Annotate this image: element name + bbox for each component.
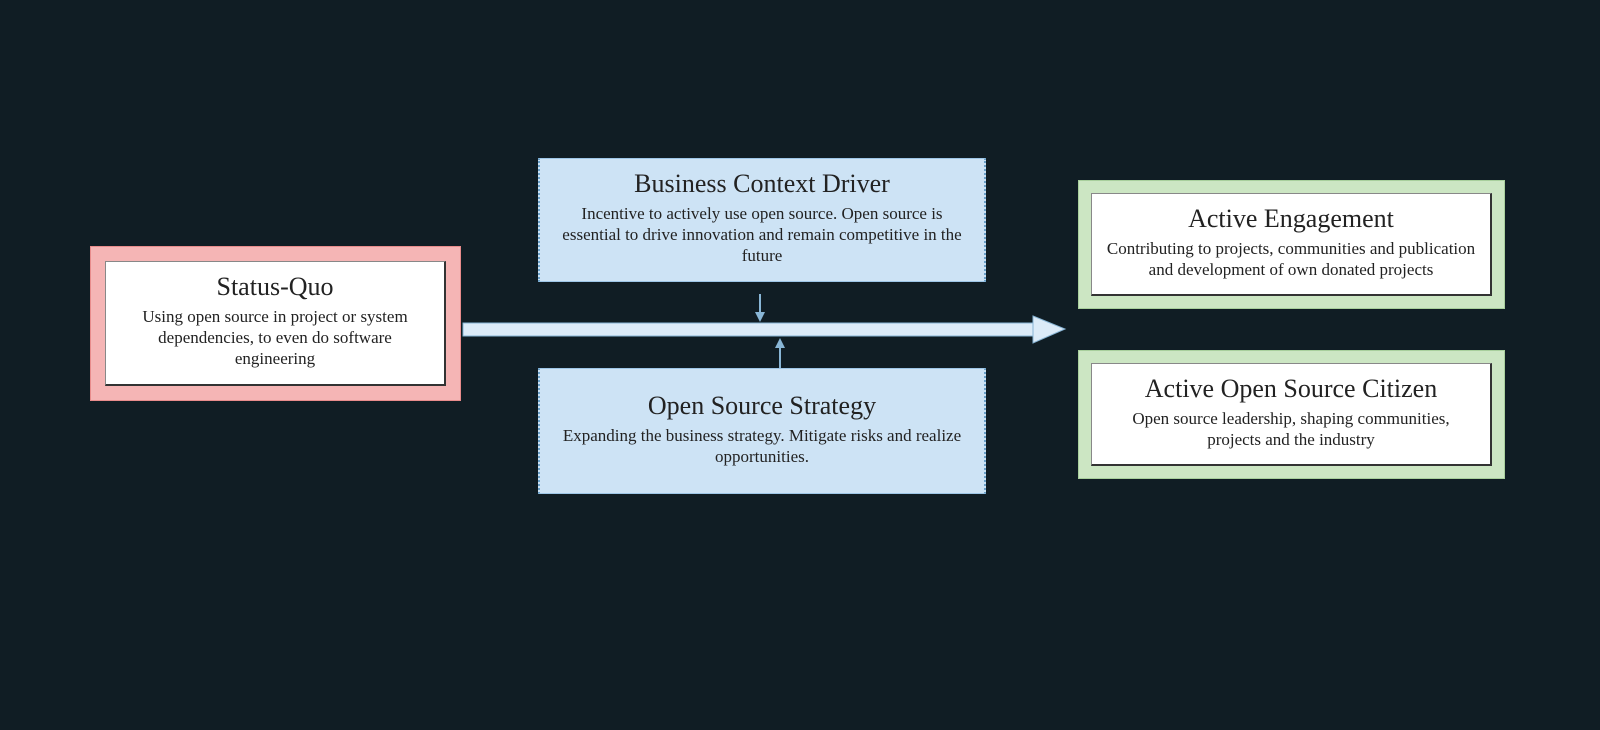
citizen-desc: Open source leadership, shaping communit… [1106,408,1476,451]
status-quo-box: Status-Quo Using open source in project … [90,246,461,401]
active-engagement-desc: Contributing to projects, communities an… [1106,238,1476,281]
status-quo-inner: Status-Quo Using open source in project … [105,261,446,386]
business-driver-desc: Incentive to actively use open source. O… [558,203,966,267]
business-driver-box: Business Context Driver Incentive to act… [538,158,986,282]
citizen-title: Active Open Source Citizen [1106,374,1476,404]
strategy-title: Open Source Strategy [558,391,966,421]
status-quo-desc: Using open source in project or system d… [120,306,430,370]
strategy-box: Open Source Strategy Expanding the busin… [538,368,986,494]
business-driver-title: Business Context Driver [558,169,966,199]
citizen-box: Active Open Source Citizen Open source l… [1078,350,1505,479]
citizen-inner: Active Open Source Citizen Open source l… [1091,363,1492,466]
active-engagement-box: Active Engagement Contributing to projec… [1078,180,1505,309]
active-engagement-title: Active Engagement [1106,204,1476,234]
active-engagement-inner: Active Engagement Contributing to projec… [1091,193,1492,296]
strategy-desc: Expanding the business strategy. Mitigat… [558,425,966,468]
status-quo-title: Status-Quo [120,272,430,302]
